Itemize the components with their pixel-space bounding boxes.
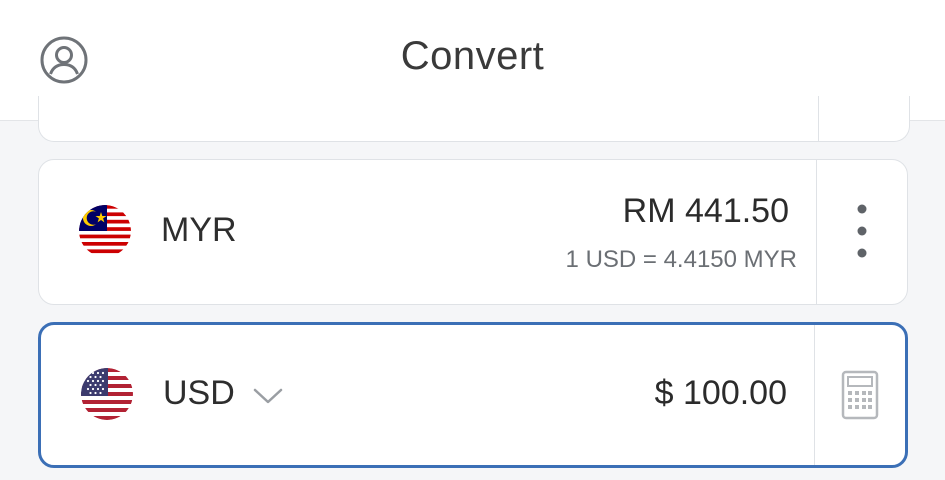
currency-card-partial[interactable]	[38, 96, 910, 142]
exchange-rate: 1 USD = 4.4150 MYR	[565, 246, 797, 273]
amount-input[interactable]: $ 100.00	[655, 374, 787, 413]
card-divider	[814, 325, 815, 465]
card-divider	[816, 160, 817, 304]
page-title: Convert	[400, 34, 545, 78]
malaysia-flag-icon	[79, 205, 131, 257]
usa-flag-icon	[81, 368, 133, 420]
calculator-icon[interactable]	[835, 369, 885, 423]
card-divider	[818, 96, 819, 141]
more-vertical-icon[interactable]	[837, 198, 887, 264]
converted-amount: RM 441.50	[622, 192, 789, 230]
currency-card-usd[interactable]: USD $ 100.00	[38, 322, 908, 468]
currency-code: MYR	[161, 211, 237, 249]
chevron-down-icon[interactable]	[251, 385, 285, 407]
currency-card-myr[interactable]: MYR RM 441.50 1 USD = 4.4150 MYR	[38, 159, 908, 305]
currency-code[interactable]: USD	[163, 374, 235, 413]
